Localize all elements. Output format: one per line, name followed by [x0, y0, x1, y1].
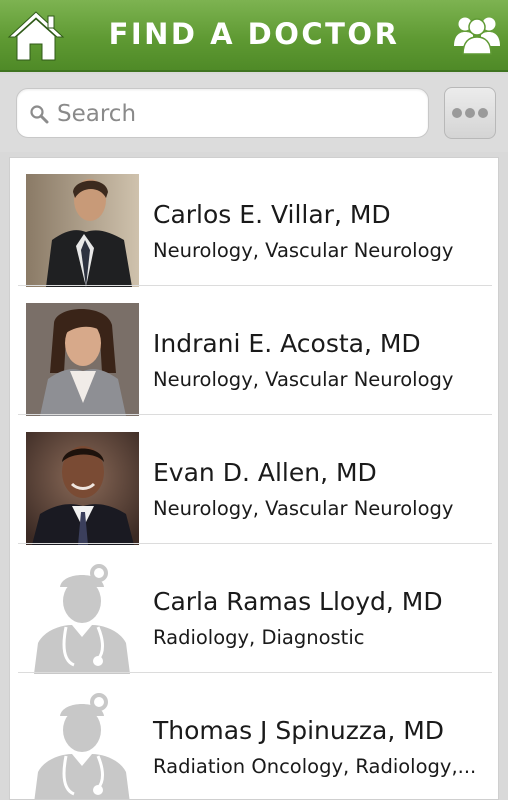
doctor-specialty: Neurology, Vascular Neurology	[153, 239, 454, 262]
doctor-name: Evan D. Allen, MD	[153, 458, 377, 487]
doctor-list: Carlos E. Villar, MD Neurology, Vascular…	[9, 157, 499, 800]
doctor-photo	[26, 303, 139, 416]
people-group-button[interactable]	[452, 12, 502, 58]
search-bar	[0, 74, 508, 152]
list-item[interactable]: Indrani E. Acosta, MD Neurology, Vascula…	[10, 287, 498, 416]
list-item[interactable]: Evan D. Allen, MD Neurology, Vascular Ne…	[10, 416, 498, 545]
divider	[18, 672, 492, 673]
divider	[18, 543, 492, 544]
search-icon	[30, 105, 49, 124]
more-options-button[interactable]	[444, 87, 496, 139]
doctor-photo	[26, 432, 139, 545]
divider	[18, 414, 492, 415]
search-box[interactable]	[16, 88, 429, 138]
doctor-specialty: Neurology, Vascular Neurology	[153, 497, 454, 520]
list-item[interactable]: Carlos E. Villar, MD Neurology, Vascular…	[10, 158, 498, 287]
list-item[interactable]: Carla Ramas Lloyd, MD Radiology, Diagnos…	[10, 545, 498, 674]
people-group-icon	[454, 17, 500, 55]
doctor-specialty: Radiation Oncology, Radiology,...	[153, 755, 477, 778]
doctor-placeholder-icon	[26, 561, 139, 674]
doctor-photo	[26, 174, 139, 287]
doctor-specialty: Neurology, Vascular Neurology	[153, 368, 454, 391]
more-dots-icon	[452, 108, 488, 118]
doctor-name: Indrani E. Acosta, MD	[153, 329, 421, 358]
doctor-name: Carlos E. Villar, MD	[153, 200, 391, 229]
page-title: FIND A DOCTOR	[108, 17, 400, 51]
list-item[interactable]: Thomas J Spinuzza, MD Radiation Oncology…	[10, 674, 498, 799]
doctor-name: Thomas J Spinuzza, MD	[153, 716, 445, 745]
doctor-placeholder-icon	[26, 690, 139, 799]
doctor-name: Carla Ramas Lloyd, MD	[153, 587, 443, 616]
app-header: FIND A DOCTOR	[0, 0, 508, 72]
search-input[interactable]	[57, 97, 417, 131]
divider	[18, 285, 492, 286]
doctor-specialty: Radiology, Diagnostic	[153, 626, 365, 649]
